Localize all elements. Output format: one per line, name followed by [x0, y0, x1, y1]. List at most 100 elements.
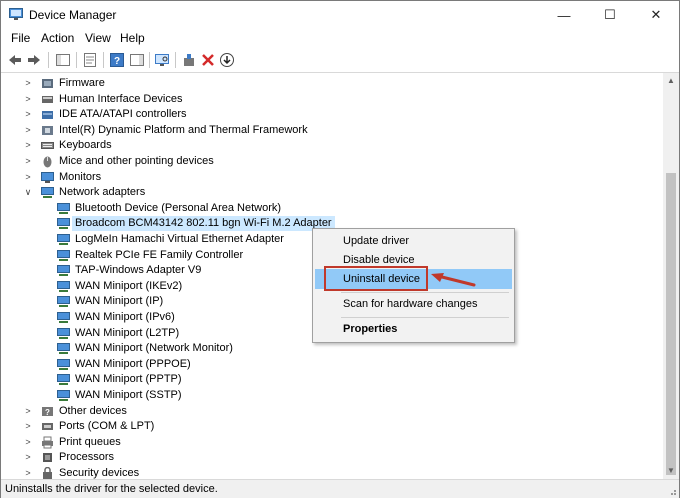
device-label: WAN Miniport (Network Monitor)	[75, 342, 233, 354]
tree-node-label: Processors	[59, 451, 115, 463]
menu-item-scan-hardware[interactable]: Scan for hardware changes	[315, 294, 512, 314]
network-adapter-icon	[57, 359, 70, 370]
chevron-right-icon[interactable]: >	[23, 92, 33, 107]
callout-arrow-icon	[431, 273, 476, 287]
device-wan-network-monitor[interactable]: WAN Miniport (Network Monitor)	[57, 341, 307, 356]
menu-separator	[341, 292, 509, 293]
scan-hardware-icon[interactable]	[154, 52, 170, 68]
title-bar: Device Manager — ☐ ✕	[1, 1, 679, 29]
network-adapter-icon	[57, 281, 70, 292]
action-pane-icon[interactable]	[129, 52, 145, 68]
menu-action[interactable]: Action	[41, 31, 74, 45]
scrollbar-thumb[interactable]	[666, 173, 676, 475]
resize-grip-icon[interactable]	[667, 486, 677, 496]
menu-help[interactable]: Help	[120, 31, 145, 45]
back-icon[interactable]	[7, 52, 23, 68]
scroll-up-icon[interactable]: ▲	[663, 73, 679, 89]
device-wan-sstp[interactable]: WAN Miniport (SSTP)	[57, 388, 307, 403]
menu-bar: File Action View Help	[1, 29, 679, 47]
forward-icon[interactable]	[26, 52, 42, 68]
network-adapter-icon	[57, 265, 70, 276]
device-label: LogMeIn Hamachi Virtual Ethernet Adapter	[75, 233, 284, 245]
hid-icon	[42, 96, 53, 103]
device-label: WAN Miniport (IP)	[75, 295, 164, 307]
network-adapter-icon	[57, 374, 70, 385]
tree-node-label: Keyboards	[59, 139, 112, 151]
tree-node-processors[interactable]: > Processors	[23, 450, 423, 465]
uninstall-device-icon[interactable]	[200, 52, 216, 68]
tree-node-monitors[interactable]: > Monitors	[23, 170, 423, 185]
tree-node-human-interface-devices[interactable]: > Human Interface Devices	[23, 92, 423, 107]
tree-node-other-devices[interactable]: > ? Other devices	[23, 404, 423, 419]
chevron-right-icon[interactable]: >	[23, 419, 33, 434]
other-devices-icon: ?	[42, 407, 53, 417]
status-text: Uninstalls the driver for the selected d…	[5, 483, 218, 495]
device-tap-windows[interactable]: TAP-Windows Adapter V9	[57, 263, 307, 278]
chevron-right-icon[interactable]: >	[23, 107, 33, 122]
menu-item-update-driver[interactable]: Update driver	[315, 231, 512, 251]
device-realtek[interactable]: Realtek PCIe FE Family Controller	[57, 248, 307, 263]
tree-node-label: Human Interface Devices	[59, 93, 183, 105]
device-wan-pppoe[interactable]: WAN Miniport (PPPOE)	[57, 357, 307, 372]
tree-node-intel-thermal[interactable]: > Intel(R) Dynamic Platform and Thermal …	[23, 123, 423, 138]
network-icon	[41, 187, 54, 198]
device-label: WAN Miniport (IPv6)	[75, 311, 175, 323]
chevron-right-icon[interactable]: >	[23, 154, 33, 169]
tree-node-network-adapters[interactable]: ∨ Network adapters	[23, 185, 423, 200]
chevron-right-icon[interactable]: >	[23, 435, 33, 450]
tree-node-keyboards[interactable]: > Keyboards	[23, 138, 423, 153]
scroll-down-icon[interactable]: ▼	[663, 463, 679, 479]
device-wan-pptp[interactable]: WAN Miniport (PPTP)	[57, 372, 307, 387]
thermal-icon	[42, 126, 53, 135]
device-manager-window: Device Manager — ☐ ✕ File Action View He…	[0, 0, 680, 498]
device-bluetooth-pan[interactable]: Bluetooth Device (Personal Area Network)	[57, 201, 357, 216]
network-adapter-icon	[57, 203, 70, 214]
update-driver-icon[interactable]	[181, 52, 197, 68]
chevron-right-icon[interactable]: >	[23, 466, 33, 479]
ports-icon	[42, 423, 53, 430]
toolbar-separator	[103, 52, 104, 68]
chevron-right-icon[interactable]: >	[23, 450, 33, 465]
device-wan-ip[interactable]: WAN Miniport (IP)	[57, 294, 307, 309]
maximize-button[interactable]: ☐	[587, 1, 633, 29]
menu-file[interactable]: File	[11, 31, 30, 45]
menu-view[interactable]: View	[85, 31, 111, 45]
tree-node-label: Network adapters	[59, 186, 146, 198]
device-wan-l2tp[interactable]: WAN Miniport (L2TP)	[57, 326, 307, 341]
network-adapter-icon	[57, 312, 70, 323]
properties-icon[interactable]	[82, 52, 98, 68]
network-adapter-icon	[57, 250, 70, 261]
mouse-icon	[43, 156, 52, 168]
chevron-right-icon[interactable]: >	[23, 404, 33, 419]
menu-item-label: Update driver	[343, 235, 410, 247]
network-adapter-icon	[57, 343, 70, 354]
tree-node-security-devices[interactable]: > Security devices	[23, 466, 423, 479]
monitor-icon	[41, 172, 54, 183]
minimize-button[interactable]: —	[541, 1, 587, 29]
tree-node-label: Ports (COM & LPT)	[59, 420, 155, 432]
status-bar: Uninstalls the driver for the selected d…	[1, 479, 679, 498]
vertical-scrollbar[interactable]: ▲ ▼	[663, 73, 679, 479]
menu-item-properties[interactable]: Properties	[315, 319, 512, 339]
tree-node-ide-ata-atapi[interactable]: > IDE ATA/ATAPI controllers	[23, 107, 423, 122]
close-button[interactable]: ✕	[633, 1, 679, 29]
tree-node-ports[interactable]: > Ports (COM & LPT)	[23, 419, 423, 434]
chevron-right-icon[interactable]: >	[23, 123, 33, 138]
chevron-right-icon[interactable]: >	[23, 138, 33, 153]
tree-node-print-queues[interactable]: > Print queues	[23, 435, 423, 450]
show-hide-console-tree-icon[interactable]	[55, 52, 71, 68]
help-icon[interactable]: ?	[109, 52, 125, 68]
tree-node-firmware[interactable]: > Firmware	[23, 76, 423, 91]
toolbar-separator	[48, 52, 49, 68]
enable-device-icon[interactable]	[219, 52, 235, 68]
chevron-right-icon[interactable]: >	[23, 170, 33, 185]
menu-separator	[341, 317, 509, 318]
menu-item-label: Scan for hardware changes	[343, 298, 478, 310]
device-wan-ipv6[interactable]: WAN Miniport (IPv6)	[57, 310, 307, 325]
tree-node-mice[interactable]: > Mice and other pointing devices	[23, 154, 423, 169]
chevron-right-icon[interactable]: >	[23, 76, 33, 91]
tree-node-label: Mice and other pointing devices	[59, 155, 214, 167]
device-wan-ikev2[interactable]: WAN Miniport (IKEv2)	[57, 279, 307, 294]
printer-icon	[42, 436, 53, 449]
chevron-down-icon[interactable]: ∨	[23, 185, 33, 200]
